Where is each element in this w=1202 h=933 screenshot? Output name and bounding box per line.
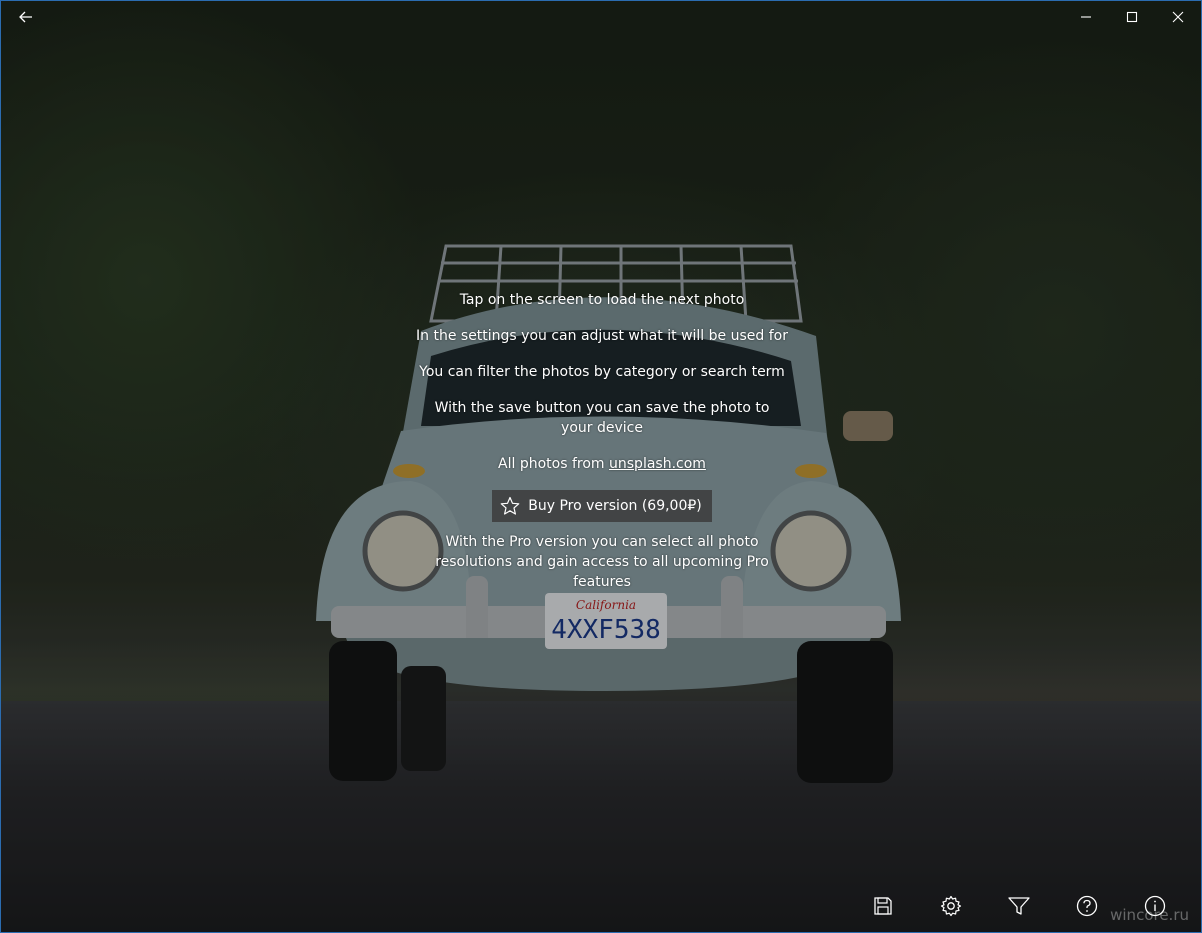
back-button[interactable] xyxy=(3,1,49,33)
minimize-icon xyxy=(1081,16,1091,18)
info-button[interactable] xyxy=(1135,886,1175,926)
photo-credit: All photos from unsplash.com xyxy=(352,454,852,474)
settings-gear-icon xyxy=(940,895,962,917)
app-window: California 4XXF538 Tap on the screen to … xyxy=(0,0,1202,933)
close-icon xyxy=(1172,11,1184,23)
command-bar xyxy=(861,886,1201,926)
buy-pro-button[interactable]: Buy Pro version (69,00₽) xyxy=(492,490,712,522)
filter-button[interactable] xyxy=(999,886,1039,926)
help-icon xyxy=(1076,895,1098,917)
maximize-icon xyxy=(1126,11,1138,23)
filter-icon xyxy=(1008,897,1030,915)
info-overlay: Tap on the screen to load the next photo… xyxy=(352,290,852,608)
credit-prefix: All photos from xyxy=(498,456,610,472)
buy-pro-label: Buy Pro version (69,00₽) xyxy=(528,498,702,514)
info-icon xyxy=(1144,895,1166,917)
hint-save: With the save button you can save the ph… xyxy=(434,400,770,436)
back-arrow-icon xyxy=(19,11,32,23)
unsplash-link[interactable]: unsplash.com xyxy=(609,456,706,472)
star-icon xyxy=(500,496,520,515)
hint-settings: In the settings you can adjust what it w… xyxy=(416,328,788,344)
help-button[interactable] xyxy=(1067,886,1107,926)
title-bar xyxy=(1,1,1201,33)
settings-button[interactable] xyxy=(931,886,971,926)
save-button[interactable] xyxy=(863,886,903,926)
hint-tap: Tap on the screen to load the next photo xyxy=(459,292,745,308)
close-button[interactable] xyxy=(1155,1,1201,33)
pro-description: With the Pro version you can select all … xyxy=(435,534,769,590)
hint-filter: You can filter the photos by category or… xyxy=(419,364,785,380)
minimize-button[interactable] xyxy=(1063,1,1109,33)
maximize-button[interactable] xyxy=(1109,1,1155,33)
save-icon xyxy=(874,897,892,915)
